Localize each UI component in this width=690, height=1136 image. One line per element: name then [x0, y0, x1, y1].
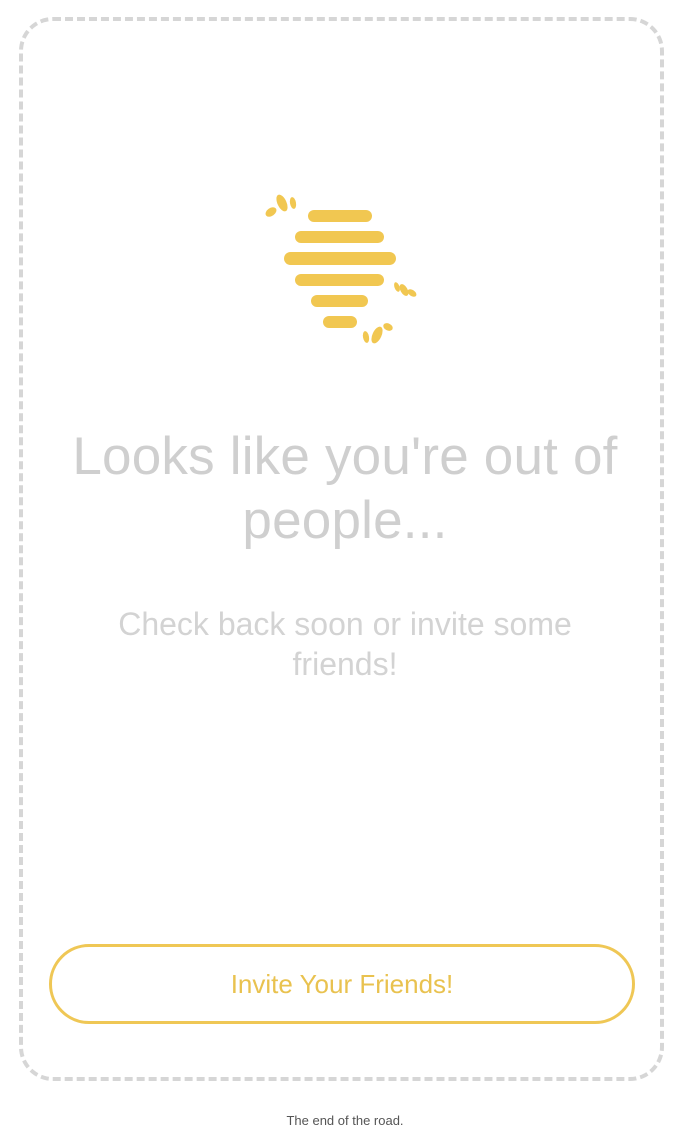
empty-state-subline: Check back soon or invite some friends! [118, 606, 572, 682]
beehive-icon [265, 194, 417, 344]
end-of-road-text: The end of the road. [286, 1113, 404, 1128]
empty-state-headline: Looks like you're out of people... [72, 427, 618, 550]
invite-friends-button[interactable]: Invite Your Friends! [49, 944, 635, 1024]
screen: Looks like you're out of people... Check… [0, 0, 690, 1136]
